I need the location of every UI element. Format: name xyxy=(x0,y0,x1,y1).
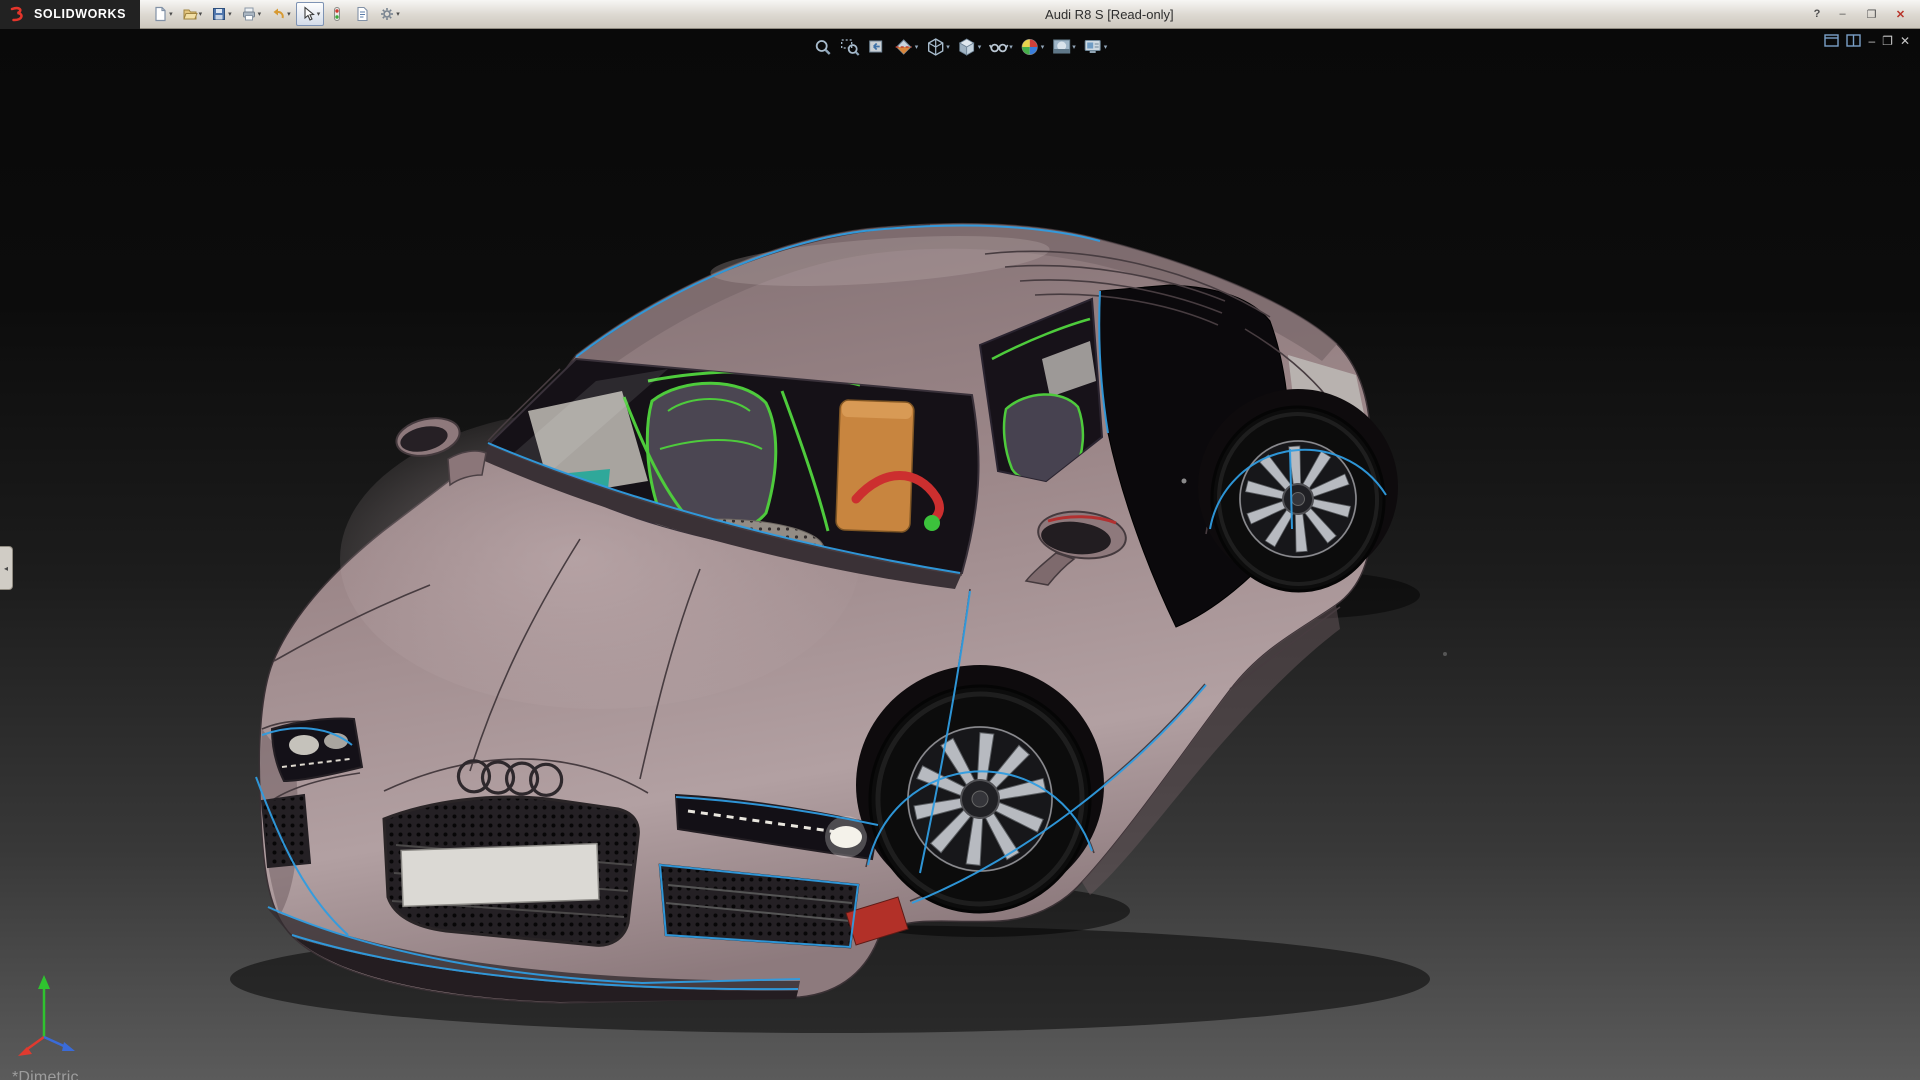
y-axis-arrow xyxy=(38,975,50,989)
dropdown-caret-icon[interactable]: ▾ xyxy=(169,11,173,18)
zoom-to-area-button[interactable] xyxy=(838,34,862,60)
front-grille[interactable] xyxy=(384,797,638,945)
featuremanager-collapse-tab[interactable]: ◂ xyxy=(0,546,13,590)
file-properties-button[interactable] xyxy=(350,2,374,26)
orange-box xyxy=(836,400,914,533)
window-title: Audi R8 S [Read-only] xyxy=(412,7,1807,22)
display-style-button[interactable]: ▾ xyxy=(955,34,984,60)
view-settings-icon xyxy=(1083,37,1103,57)
section-view-button[interactable]: ▾ xyxy=(892,34,921,60)
view-orientation-button[interactable]: ▾ xyxy=(923,34,952,60)
close-button[interactable]: ✕ xyxy=(1887,5,1914,24)
save-button[interactable]: ▾ xyxy=(207,2,236,26)
dropdown-caret-icon[interactable]: ▾ xyxy=(946,44,950,51)
reference-triad xyxy=(14,965,104,1060)
file-properties-icon xyxy=(354,6,370,22)
z-axis-arrow xyxy=(62,1042,75,1051)
dropdown-caret-icon[interactable]: ▾ xyxy=(1104,44,1108,51)
dropdown-caret-icon[interactable]: ▾ xyxy=(1072,44,1076,51)
section-view-icon xyxy=(894,37,914,57)
help-button[interactable]: ? xyxy=(1807,5,1827,24)
view-settings-button[interactable]: ▾ xyxy=(1081,34,1110,60)
dropdown-caret-icon[interactable]: ▾ xyxy=(199,11,203,18)
print-button[interactable]: ▾ xyxy=(237,2,266,26)
brand-name: SOLIDWORKS xyxy=(34,7,126,21)
x-axis xyxy=(26,1037,44,1050)
titlebar: SOLIDWORKS ▾ ▾ ▾ xyxy=(0,0,1920,29)
dropdown-caret-icon[interactable]: ▾ xyxy=(228,11,232,18)
view-orientation-cube-icon xyxy=(925,37,945,57)
options-gear-icon xyxy=(379,6,395,22)
split-pane-button[interactable] xyxy=(1846,34,1861,47)
split-pane-icon xyxy=(1846,34,1861,47)
solidworks-window: SOLIDWORKS ▾ ▾ ▾ xyxy=(0,0,1920,1080)
select-cursor-icon xyxy=(300,6,316,22)
undo-arrow-icon xyxy=(270,6,286,22)
dropdown-caret-icon[interactable]: ▾ xyxy=(258,11,262,18)
heads-up-view-toolbar: ▾ ▾ ▾ ▾ xyxy=(811,34,1110,60)
apply-scene-button[interactable]: ▾ xyxy=(1049,34,1078,60)
select-tool-button[interactable]: ▾ xyxy=(296,2,325,26)
rebuild-traffic-light-icon xyxy=(329,6,345,22)
reference-point xyxy=(1443,652,1447,656)
collapse-arrow-icon: ◂ xyxy=(4,564,8,573)
previous-view-button[interactable] xyxy=(865,34,889,60)
doc-close-button[interactable]: ✕ xyxy=(1900,35,1910,47)
save-floppy-icon xyxy=(211,6,227,22)
z-axis xyxy=(44,1037,66,1047)
orange-box-top xyxy=(842,401,913,419)
glasses-icon xyxy=(988,37,1008,57)
side-intake-left[interactable] xyxy=(262,795,310,867)
license-plate[interactable] xyxy=(401,844,599,907)
maximize-button[interactable]: ❐ xyxy=(1858,5,1885,24)
dropdown-caret-icon[interactable]: ▾ xyxy=(978,44,982,51)
appearance-beachball-icon xyxy=(1020,37,1040,57)
restore-pane-button[interactable] xyxy=(1824,34,1839,47)
restore-pane-icon xyxy=(1824,34,1839,47)
new-button[interactable]: ▾ xyxy=(148,2,177,26)
options-button[interactable]: ▾ xyxy=(375,2,404,26)
origin-point[interactable] xyxy=(1182,479,1187,484)
dropdown-caret-icon[interactable]: ▾ xyxy=(915,44,919,51)
dropdown-caret-icon[interactable]: ▾ xyxy=(287,11,291,18)
quick-access-toolbar: ▾ ▾ ▾ ▾ xyxy=(140,2,412,26)
hide-show-items-button[interactable]: ▾ xyxy=(986,34,1015,60)
zoom-to-area-icon xyxy=(840,37,860,57)
solidworks-logo: SOLIDWORKS xyxy=(0,0,140,29)
dropdown-caret-icon[interactable]: ▾ xyxy=(317,11,321,18)
edit-appearance-button[interactable]: ▾ xyxy=(1018,34,1047,60)
car-model-scene[interactable] xyxy=(0,29,1920,1080)
undo-button[interactable]: ▾ xyxy=(266,2,295,26)
new-document-icon xyxy=(152,6,168,22)
doc-restore-button[interactable]: ❐ xyxy=(1882,35,1893,47)
dropdown-caret-icon[interactable]: ▾ xyxy=(1041,44,1045,51)
car-model[interactable] xyxy=(230,224,1447,1033)
zoom-to-fit-button[interactable] xyxy=(811,34,835,60)
scene-icon xyxy=(1051,37,1071,57)
print-icon xyxy=(241,6,257,22)
graphics-viewport[interactable]: ▾ ▾ ▾ ▾ xyxy=(0,29,1920,1080)
dropdown-caret-icon[interactable]: ▾ xyxy=(396,11,400,18)
previous-view-icon xyxy=(867,37,887,57)
rebuild-button[interactable] xyxy=(325,2,349,26)
minimize-button[interactable]: – xyxy=(1829,5,1856,24)
3ds-logo-icon xyxy=(8,5,28,23)
doc-minimize-button[interactable]: – xyxy=(1868,35,1875,47)
window-controls: ? – ❐ ✕ xyxy=(1807,5,1920,24)
open-button[interactable]: ▾ xyxy=(178,2,207,26)
dropdown-caret-icon[interactable]: ▾ xyxy=(1009,44,1013,51)
document-window-controls: – ❐ ✕ xyxy=(1824,34,1910,47)
green-fitting xyxy=(924,515,940,531)
view-orientation-label: *Dimetric xyxy=(12,1069,79,1080)
open-folder-icon xyxy=(182,6,198,22)
display-style-icon xyxy=(957,37,977,57)
zoom-to-fit-icon xyxy=(813,37,833,57)
